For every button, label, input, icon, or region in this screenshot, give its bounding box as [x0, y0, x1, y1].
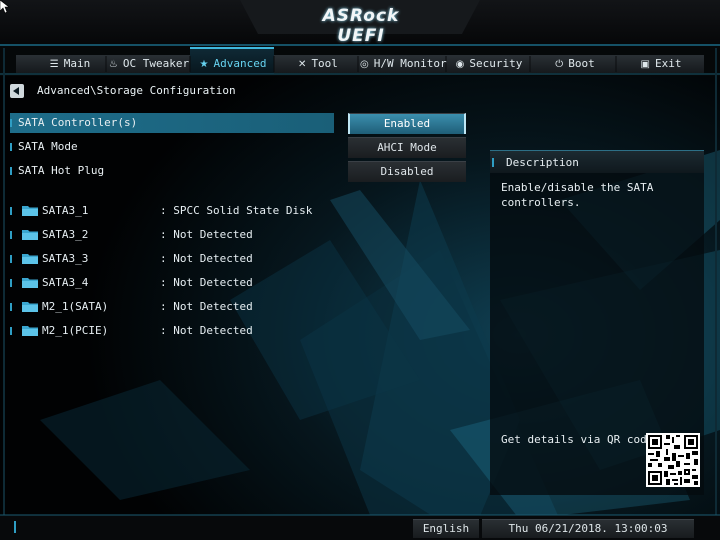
device-name: SATA3_3: [42, 252, 89, 265]
tab-label: Tool: [311, 57, 338, 70]
brand-logo: ASRock UEFI: [322, 6, 400, 46]
device-status: : Not Detected: [160, 228, 253, 241]
tab-boot[interactable]: ⏻ Boot: [534, 55, 616, 73]
tab-hw-monitor[interactable]: ◎ H/W Monitor: [360, 55, 447, 73]
device-name: SATA3_2: [42, 228, 89, 241]
tab-bar: ☰ Main ♨ OC Tweaker ★ Advanced ✕ Tool ◎ H/W M…: [16, 55, 704, 73]
tab-oc-tweaker[interactable]: ♨ OC Tweaker: [108, 55, 190, 73]
row-marker: [10, 143, 12, 151]
arrow-left-icon: [13, 87, 19, 95]
folder-icon: [22, 230, 38, 240]
setting-sata-controllers[interactable]: SATA Controller(s): [10, 113, 334, 133]
folder-icon: [22, 254, 38, 264]
row-marker: [10, 167, 12, 175]
row-marker: [10, 303, 12, 311]
tab-label: Advanced: [213, 57, 267, 70]
language-selector[interactable]: English: [413, 519, 479, 538]
mouse-cursor-icon: [0, 0, 10, 14]
row-marker: [10, 255, 12, 263]
sata-hot-plug-value[interactable]: Disabled: [348, 161, 466, 182]
monitor-icon: ◎: [360, 59, 369, 70]
device-status: : Not Detected: [160, 300, 253, 313]
sata-mode-value[interactable]: AHCI Mode: [348, 137, 466, 158]
star-icon: ★: [199, 59, 209, 70]
tab-label: H/W Monitor: [373, 57, 447, 70]
list-item: SATA3_4 : Not Detected: [10, 274, 330, 292]
description-title: Description: [506, 156, 579, 169]
device-name: SATA3_1: [42, 204, 89, 217]
datetime-display: Thu 06/21/2018. 13:00:03: [482, 519, 694, 538]
folder-icon: [22, 302, 38, 312]
row-marker: [10, 327, 12, 335]
tools-icon: ✕: [298, 59, 307, 70]
folder-icon: [22, 278, 38, 288]
flame-icon: ♨: [108, 59, 118, 70]
qr-code-icon: [646, 433, 700, 487]
power-icon: ⏻: [555, 59, 564, 70]
setting-sata-hot-plug[interactable]: SATA Hot Plug: [10, 161, 334, 181]
list-item: SATA3_2 : Not Detected: [10, 226, 330, 244]
tab-label: OC Tweaker: [122, 57, 190, 70]
device-status: : Not Detected: [160, 324, 253, 337]
list-icon: ☰: [49, 59, 59, 70]
list-item: SATA3_1 : SPCC Solid State Disk: [10, 202, 330, 220]
shield-icon: ◉: [455, 59, 465, 70]
setting-sata-mode[interactable]: SATA Mode: [10, 137, 334, 157]
row-marker: [10, 119, 12, 127]
setting-label: SATA Controller(s): [18, 116, 138, 129]
device-status: : Not Detected: [160, 252, 253, 265]
back-button[interactable]: [10, 84, 24, 98]
tab-main[interactable]: ☰ Main: [34, 55, 106, 73]
device-status: : Not Detected: [160, 276, 253, 289]
tab-advanced[interactable]: ★ Advanced: [192, 55, 274, 73]
device-name: M2_1(PCIE): [42, 324, 109, 337]
device-status: : SPCC Solid State Disk: [160, 204, 313, 217]
tab-tool[interactable]: ✕ Tool: [278, 55, 358, 73]
row-marker: [10, 231, 12, 239]
tab-label: Exit: [654, 57, 682, 70]
tab-label: Boot: [568, 57, 595, 70]
tab-label: Main: [63, 57, 91, 70]
list-item: SATA3_3 : Not Detected: [10, 250, 330, 268]
row-marker: [492, 158, 494, 167]
device-name: SATA3_4: [42, 276, 89, 289]
folder-icon: [22, 326, 38, 336]
description-panel: Description Enable/disable the SATA cont…: [490, 150, 704, 495]
list-item: M2_1(PCIE) : Not Detected: [10, 322, 330, 340]
breadcrumb: Advanced\Storage Configuration: [37, 84, 236, 97]
exit-icon: ▣: [640, 59, 650, 70]
folder-icon: [22, 206, 38, 216]
row-marker: [10, 207, 12, 215]
tab-label: Security: [469, 57, 523, 70]
row-marker: [10, 279, 12, 287]
tab-exit[interactable]: ▣ Exit: [620, 55, 702, 73]
sata-controllers-value[interactable]: Enabled: [348, 113, 466, 134]
tab-security[interactable]: ◉ Security: [448, 55, 530, 73]
description-header: Description: [490, 151, 704, 173]
setting-label: SATA Mode: [18, 140, 78, 153]
list-item: M2_1(SATA) : Not Detected: [10, 298, 330, 316]
device-name: M2_1(SATA): [42, 300, 109, 313]
setting-label: SATA Hot Plug: [18, 164, 105, 177]
description-text: Enable/disable the SATA controllers.: [501, 181, 654, 209]
qr-label: Get details via QR code: [501, 433, 654, 446]
